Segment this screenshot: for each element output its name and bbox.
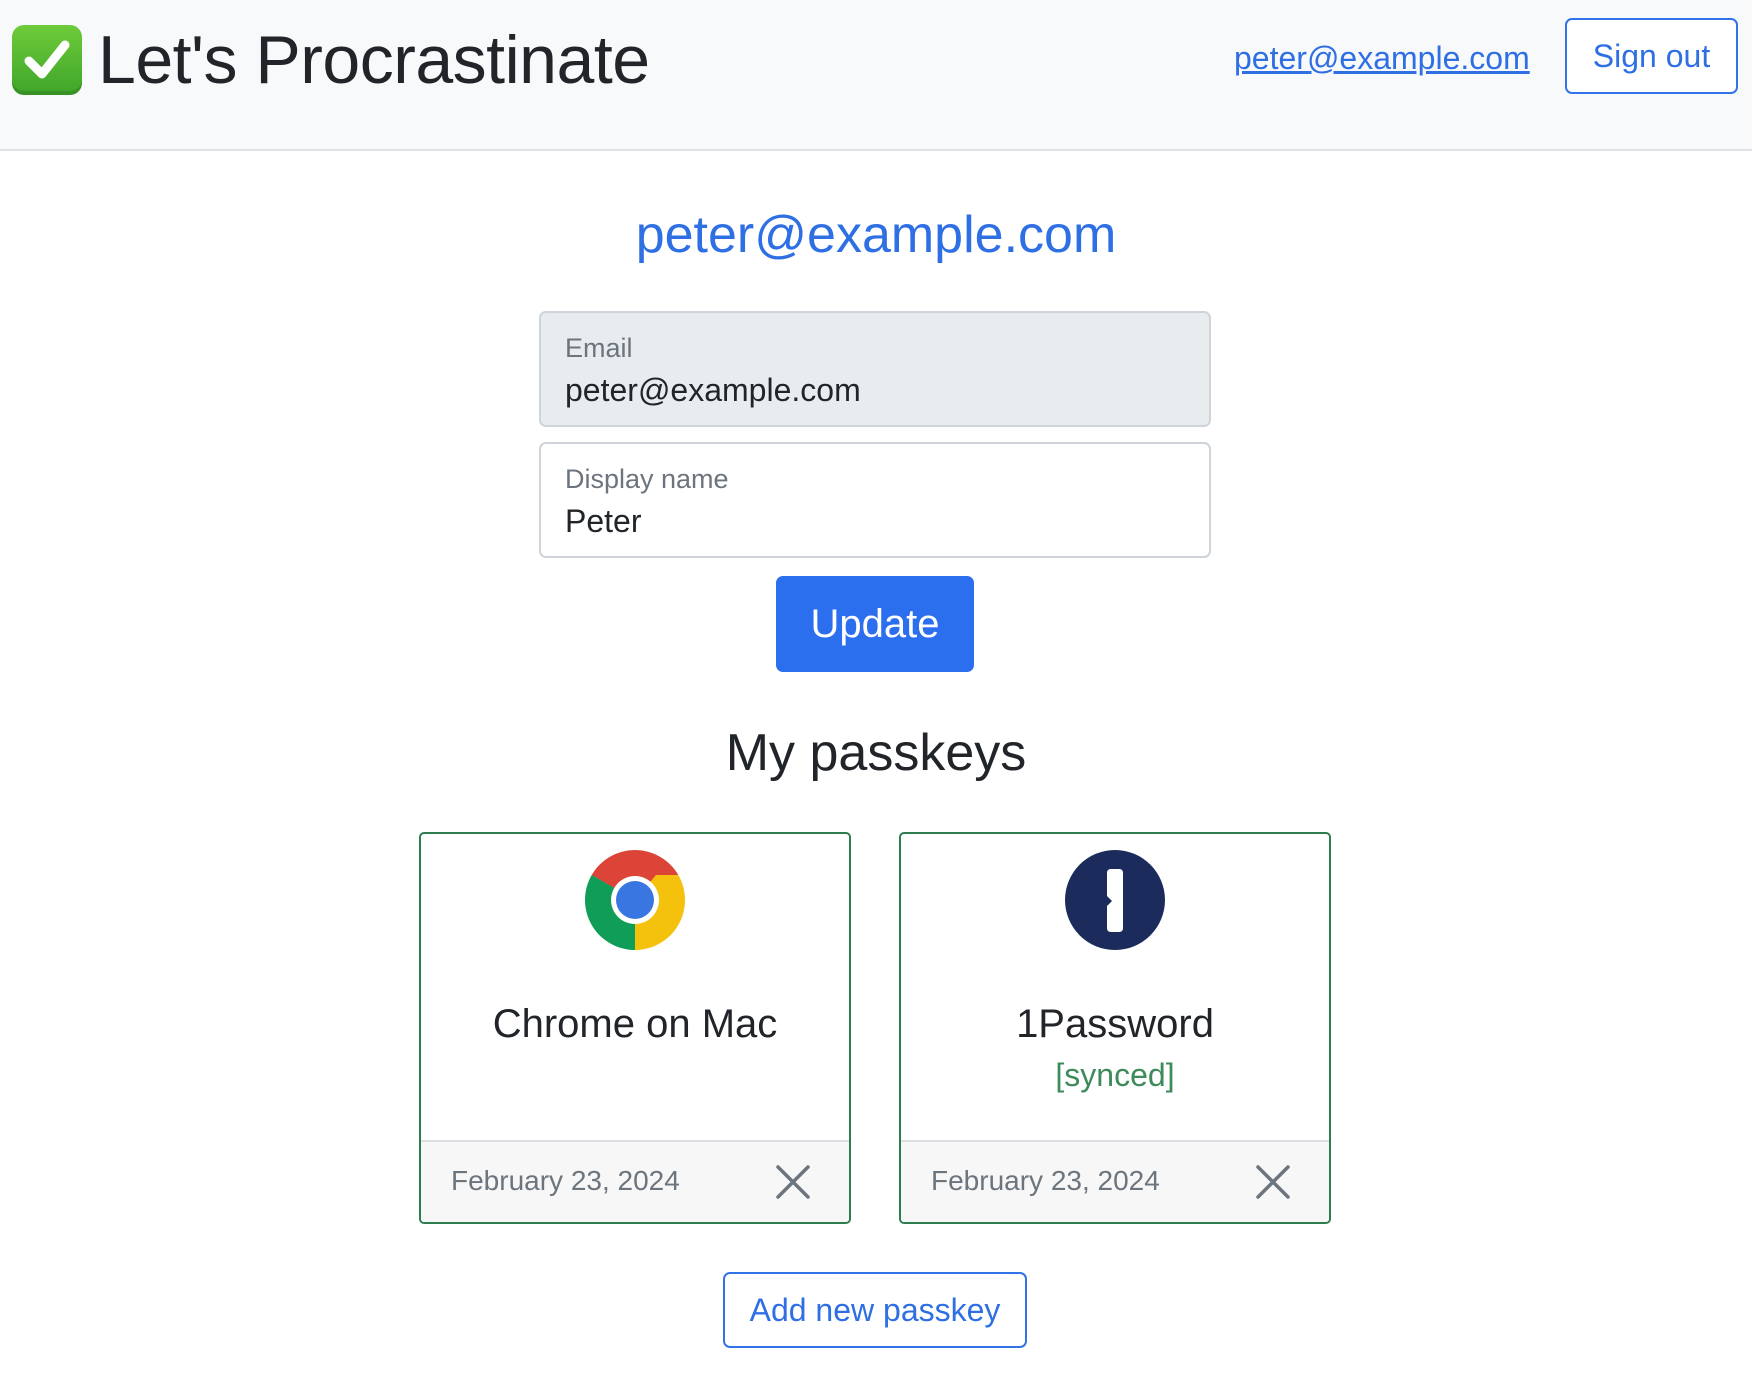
email-input <box>565 369 1185 411</box>
passkey-name: Chrome on Mac <box>492 1002 778 1046</box>
app-title: Let's Procrastinate <box>98 22 650 98</box>
email-label: Email <box>565 333 633 363</box>
user-email-link[interactable]: peter@example.com <box>1234 36 1530 80</box>
chrome-icon <box>585 850 685 950</box>
delete-passkey-button[interactable] <box>1253 1162 1293 1202</box>
display-name-input[interactable] <box>565 500 1185 542</box>
passkey-name: 1Password <box>1016 1002 1214 1046</box>
email-field: Email <box>539 311 1211 427</box>
display-name-field[interactable]: Display name <box>539 442 1211 558</box>
passkey-card: Chrome on Mac February 23, 2024 <box>419 832 851 1224</box>
brand-link[interactable]: Let's Procrastinate <box>12 22 650 98</box>
update-button[interactable]: Update <box>776 576 974 672</box>
check-mark-icon <box>12 25 82 95</box>
close-icon <box>773 1165 813 1205</box>
passkey-card: 1Password [synced] February 23, 2024 <box>899 832 1331 1224</box>
close-icon <box>1253 1165 1293 1205</box>
passkey-date: February 23, 2024 <box>931 1165 1160 1196</box>
passkey-card-footer: February 23, 2024 <box>421 1140 849 1222</box>
passkey-date: February 23, 2024 <box>451 1165 680 1196</box>
1password-icon <box>1065 850 1165 950</box>
passkey-synced-status: [synced] <box>1055 1057 1175 1093</box>
passkey-card-footer: February 23, 2024 <box>901 1140 1329 1222</box>
page-title: peter@example.com <box>635 206 1117 264</box>
navbar: Let's Procrastinate peter@example.com Si… <box>0 0 1752 151</box>
display-name-label: Display name <box>565 464 729 494</box>
delete-passkey-button[interactable] <box>773 1162 813 1202</box>
sign-out-button[interactable]: Sign out <box>1565 18 1738 94</box>
passkeys-heading: My passkeys <box>725 724 1027 782</box>
add-passkey-button[interactable]: Add new passkey <box>723 1272 1027 1348</box>
